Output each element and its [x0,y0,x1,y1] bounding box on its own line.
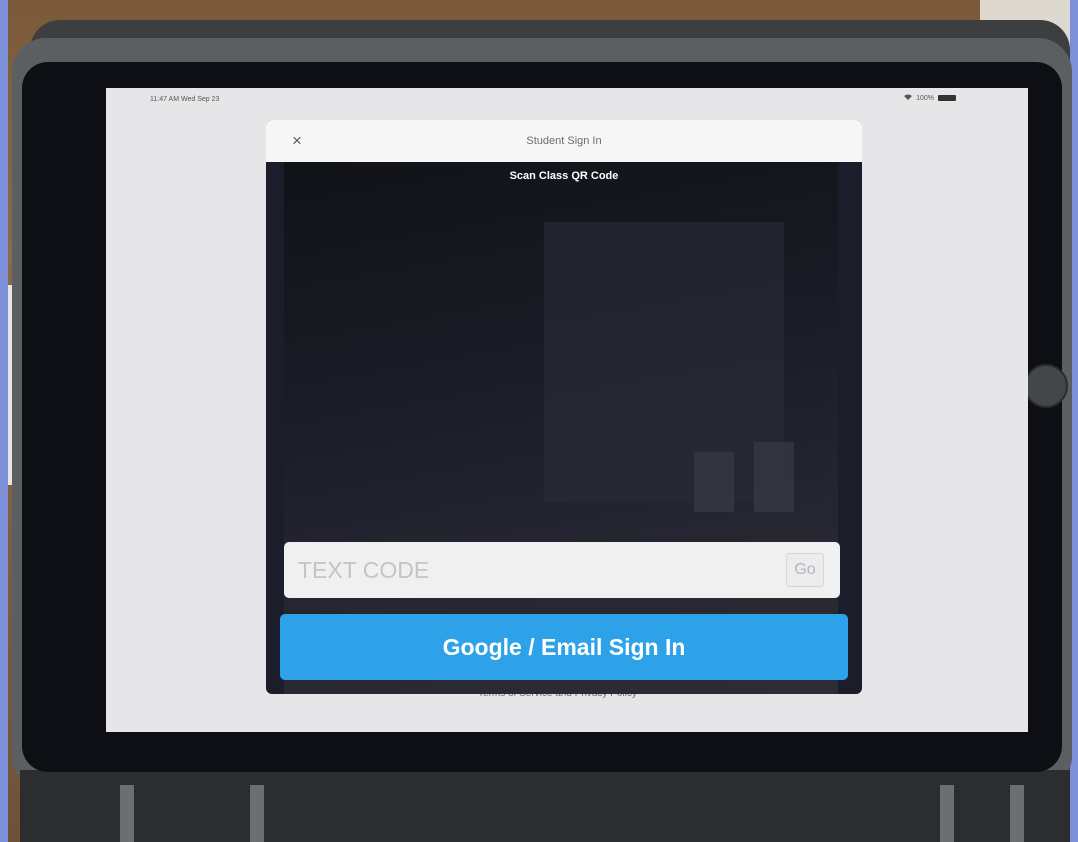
case-slot [250,785,264,842]
status-time: 11:47 AM Wed Sep 23 [150,96,220,103]
tablet-screen: 11:47 AM Wed Sep 23 100% Terms of Servic… [106,88,1028,732]
go-button[interactable]: Go [786,553,824,587]
camera-reflection [694,452,734,512]
tablet-case-bottom [20,770,1070,842]
sign-in-modal: × Student Sign In Scan Class QR Code Go … [266,120,862,694]
modal-header: × Student Sign In [266,120,862,162]
text-code-input[interactable] [284,555,786,585]
google-email-sign-in-button[interactable]: Google / Email Sign In [280,614,848,680]
close-icon[interactable]: × [292,129,302,153]
wifi-icon [904,94,913,102]
battery-icon [938,95,956,101]
case-slot [940,785,954,842]
text-code-field: Go [284,542,840,598]
scan-qr-label: Scan Class QR Code [509,170,619,182]
camera-reflection [544,222,784,502]
modal-title: Student Sign In [526,135,602,147]
status-right: 100% [904,94,956,102]
case-slot [1010,785,1024,842]
battery-percent: 100% [916,94,934,102]
case-slot [120,785,134,842]
camera-reflection [754,442,794,512]
home-button[interactable] [1024,364,1068,408]
